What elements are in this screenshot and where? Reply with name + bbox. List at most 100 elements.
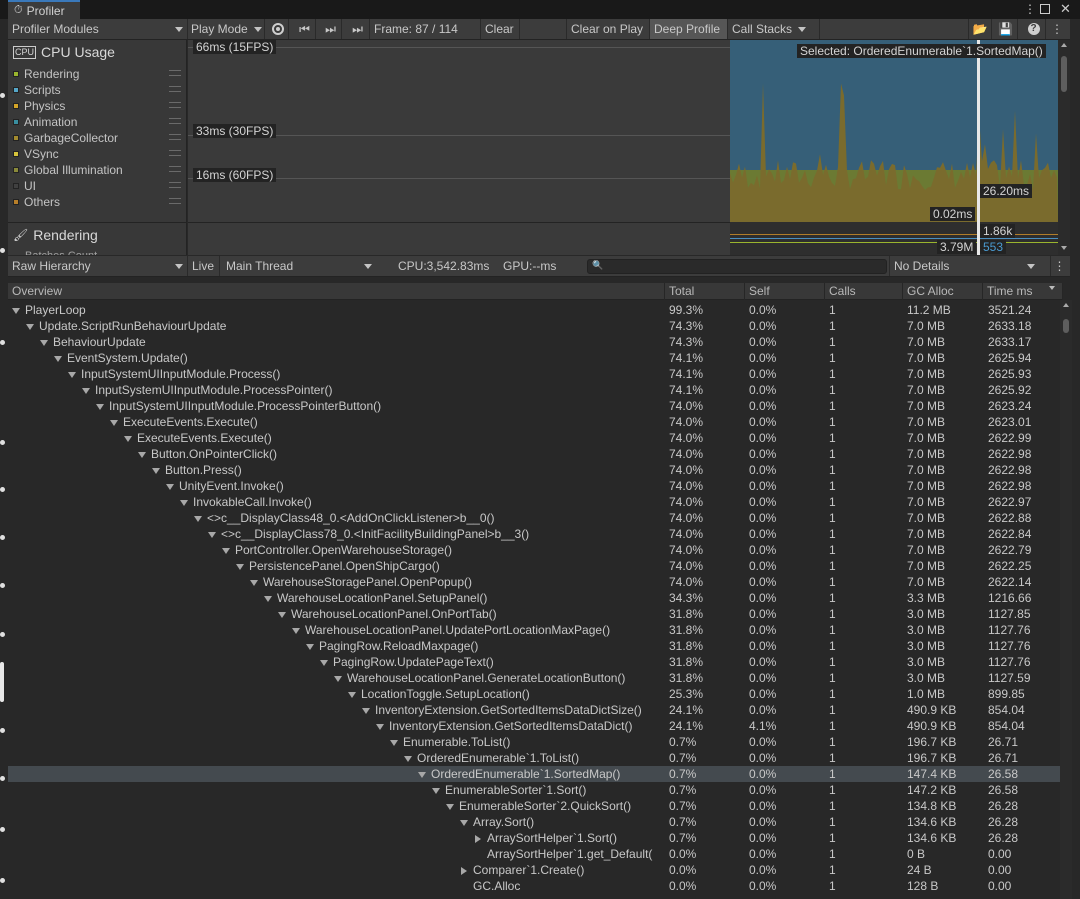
- first-frame-button[interactable]: ⏮: [294, 19, 316, 39]
- expanded-arrow-icon[interactable]: [68, 371, 76, 378]
- load-button[interactable]: 📂: [968, 19, 992, 39]
- table-row[interactable]: GC.Alloc 0.0% 0.0% 1 128 B 0.00: [8, 878, 1063, 894]
- drag-handle-icon[interactable]: [169, 166, 181, 172]
- table-row[interactable]: PagingRow.UpdatePageText() 31.8% 0.0% 1 3.0 …: [8, 654, 1063, 670]
- clear-button[interactable]: Clear: [480, 19, 520, 39]
- drag-handle-icon[interactable]: [169, 134, 181, 140]
- drag-handle-icon[interactable]: [169, 86, 181, 92]
- table-row[interactable]: PersistencePanel.OpenShipCargo() 74.0% 0.0…: [8, 558, 1063, 574]
- expanded-arrow-icon[interactable]: [138, 451, 146, 458]
- expanded-arrow-icon[interactable]: [348, 691, 356, 698]
- expanded-arrow-icon[interactable]: [390, 739, 398, 746]
- expanded-arrow-icon[interactable]: [54, 355, 62, 362]
- toolbar-menu-button[interactable]: ⋮: [1048, 19, 1066, 39]
- expanded-arrow-icon[interactable]: [180, 499, 188, 506]
- table-row[interactable]: WarehouseLocationPanel.GenerateLocationB…: [8, 670, 1063, 686]
- legend-item[interactable]: Rendering: [13, 66, 183, 82]
- expanded-arrow-icon[interactable]: [292, 627, 300, 634]
- expanded-arrow-icon[interactable]: [124, 435, 132, 442]
- table-row[interactable]: ExecuteEvents.Execute() 74.0% 0.0% 1 7.0 MB 2…: [8, 430, 1063, 446]
- drag-handle-icon[interactable]: [169, 118, 181, 124]
- column-overview[interactable]: Overview: [8, 283, 665, 300]
- close-icon[interactable]: ✕: [1060, 1, 1071, 17]
- table-row[interactable]: PagingRow.ReloadMaxpage() 31.8% 0.0% 1 3.0 M…: [8, 638, 1063, 654]
- collapsed-arrow-icon[interactable]: [461, 866, 467, 875]
- column-gc-alloc[interactable]: GC Alloc: [903, 283, 983, 300]
- table-row[interactable]: WarehouseLocationPanel.OnPortTab() 31.8% 0…: [8, 606, 1063, 622]
- table-row[interactable]: InputSystemUIInputModule.Process() 74.1% 0…: [8, 366, 1063, 382]
- table-row[interactable]: EventSystem.Update() 74.1% 0.0% 1 7.0 MB 2625…: [8, 350, 1063, 366]
- scroll-up-icon[interactable]: [1063, 303, 1069, 307]
- expanded-arrow-icon[interactable]: [236, 563, 244, 570]
- legend-item[interactable]: VSync: [13, 146, 183, 162]
- expanded-arrow-icon[interactable]: [278, 611, 286, 618]
- scroll-up-icon[interactable]: [1061, 43, 1067, 47]
- hierarchy-scroll-thumb[interactable]: [1063, 319, 1069, 333]
- table-row[interactable]: Update.ScriptRunBehaviourUpdate 74.3% 0.0%…: [8, 318, 1063, 334]
- expanded-arrow-icon[interactable]: [194, 515, 202, 522]
- table-row[interactable]: InvokableCall.Invoke() 74.0% 0.0% 1 7.0 MB 26…: [8, 494, 1063, 510]
- expanded-arrow-icon[interactable]: [320, 659, 328, 666]
- current-frame-button[interactable]: ⏭: [346, 19, 370, 39]
- table-row[interactable]: ArraySortHelper`1.Sort() 0.7% 0.0% 1 134.6 K…: [8, 830, 1063, 846]
- table-row[interactable]: <>c__DisplayClass78_0.<InitFacilityBuild…: [8, 526, 1063, 542]
- legend-item[interactable]: GarbageCollector: [13, 130, 183, 146]
- table-row[interactable]: WarehouseLocationPanel.SetupPanel() 34.3%…: [8, 590, 1063, 606]
- expanded-arrow-icon[interactable]: [334, 675, 342, 682]
- table-row[interactable]: Button.OnPointerClick() 74.0% 0.0% 1 7.0 MB 2…: [8, 446, 1063, 462]
- expanded-arrow-icon[interactable]: [12, 307, 20, 314]
- hierarchy-scrollbar[interactable]: [1060, 300, 1072, 899]
- call-stacks-dropdown[interactable]: Call Stacks: [728, 19, 820, 39]
- expanded-arrow-icon[interactable]: [222, 547, 230, 554]
- table-row[interactable]: InventoryExtension.GetSortedItemsDataDic…: [8, 702, 1063, 718]
- table-row[interactable]: InventoryExtension.GetSortedItemsDataDic…: [8, 718, 1063, 734]
- profiler-modules-dropdown[interactable]: Profiler Modules: [8, 19, 188, 39]
- table-row[interactable]: Array.Sort() 0.7% 0.0% 1 134.6 KB 26.28: [8, 814, 1063, 830]
- table-row[interactable]: PortController.OpenWarehouseStorage() 74.…: [8, 542, 1063, 558]
- expanded-arrow-icon[interactable]: [208, 531, 216, 538]
- expanded-arrow-icon[interactable]: [432, 787, 440, 794]
- thread-dropdown[interactable]: Main Thread: [222, 256, 376, 276]
- column-calls[interactable]: Calls: [825, 283, 903, 300]
- table-row[interactable]: Comparer`1.Create() 0.0% 0.0% 1 24 B 0.00: [8, 862, 1063, 878]
- chart-scroll-thumb[interactable]: [1061, 56, 1067, 92]
- view-mode-dropdown[interactable]: Raw Hierarchy: [8, 256, 188, 276]
- expanded-arrow-icon[interactable]: [418, 771, 426, 778]
- hierarchy-menu-button[interactable]: ⋮: [1050, 256, 1068, 276]
- column-self[interactable]: Self: [745, 283, 825, 300]
- table-row[interactable]: OrderedEnumerable`1.SortedMap() 0.7% 0.0% 1…: [8, 766, 1063, 782]
- maximize-icon[interactable]: [1040, 4, 1050, 14]
- drag-handle-icon[interactable]: [169, 102, 181, 108]
- table-row[interactable]: EnumerableSorter`1.Sort() 0.7% 0.0% 1 147.2 …: [8, 782, 1063, 798]
- expanded-arrow-icon[interactable]: [166, 483, 174, 490]
- cpu-usage-chart[interactable]: 66ms (15FPS) 33ms (30FPS) 16ms (60FPS) S…: [188, 40, 1058, 255]
- drag-handle-icon[interactable]: [169, 70, 181, 76]
- table-row[interactable]: WarehouseLocationPanel.UpdatePortLocatio…: [8, 622, 1063, 638]
- table-row[interactable]: LocationToggle.SetupLocation() 25.3% 0.0% 1…: [8, 686, 1063, 702]
- legend-item[interactable]: Animation: [13, 114, 183, 130]
- legend-item[interactable]: Physics: [13, 98, 183, 114]
- expanded-arrow-icon[interactable]: [250, 579, 258, 586]
- cpu-module-header[interactable]: CPU CPU Usage: [13, 44, 115, 60]
- deep-profile-toggle[interactable]: Deep Profile: [650, 19, 728, 39]
- expanded-arrow-icon[interactable]: [362, 707, 370, 714]
- play-mode-dropdown[interactable]: Play Mode: [187, 19, 265, 39]
- table-row[interactable]: <>c__DisplayClass48_0.<AddOnClickListene…: [8, 510, 1063, 526]
- details-dropdown[interactable]: No Details: [889, 256, 1039, 276]
- more-icon[interactable]: ⋮: [1024, 2, 1036, 16]
- collapsed-arrow-icon[interactable]: [475, 834, 481, 843]
- clear-on-play-toggle[interactable]: Clear on Play: [566, 19, 650, 39]
- scroll-down-icon[interactable]: [1061, 246, 1067, 250]
- expanded-arrow-icon[interactable]: [82, 387, 90, 394]
- table-row[interactable]: ArraySortHelper`1.get_Default(0.0% 0.0% 1 0…: [8, 846, 1063, 862]
- search-field[interactable]: 🔍: [587, 259, 887, 274]
- drag-handle-icon[interactable]: [169, 150, 181, 156]
- drag-handle-icon[interactable]: [169, 182, 181, 188]
- expanded-arrow-icon[interactable]: [376, 723, 384, 730]
- expanded-arrow-icon[interactable]: [40, 339, 48, 346]
- table-row[interactable]: WarehouseStoragePanel.OpenPopup() 74.0% 0.…: [8, 574, 1063, 590]
- profiler-tab[interactable]: ⏱ Profiler: [8, 0, 80, 19]
- expanded-arrow-icon[interactable]: [152, 467, 160, 474]
- expanded-arrow-icon[interactable]: [96, 403, 104, 410]
- selected-frame-marker[interactable]: [977, 40, 980, 255]
